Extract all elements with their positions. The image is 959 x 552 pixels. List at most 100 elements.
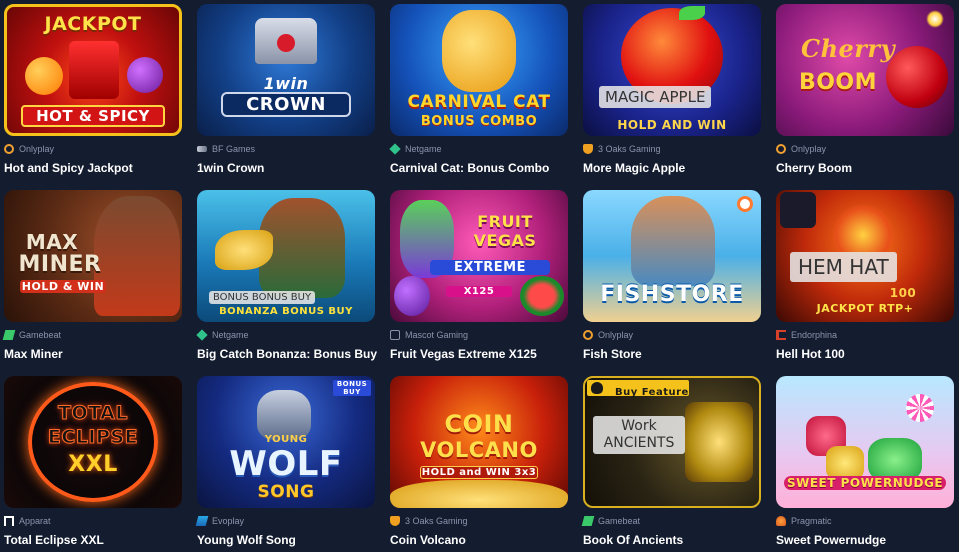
game-card-big-catch-bonanza[interactable]: BONUS BONUS BUY BONANZA BONUS BUY Netgam… bbox=[196, 190, 377, 376]
game-thumbnail[interactable]: COIN VOLCANO HOLD and WIN 3x3 bbox=[390, 376, 568, 508]
thumbnail-art-subtitle: BONUS COMBO bbox=[420, 114, 538, 129]
game-title: Cherry Boom bbox=[776, 161, 853, 175]
provider-label: BF Games bbox=[212, 144, 256, 154]
game-title: Max Miner bbox=[4, 347, 63, 361]
game-provider: Apparat bbox=[4, 515, 51, 527]
game-title: Carnival Cat: Bonus Combo bbox=[390, 161, 550, 175]
thumbnail-art-badge: HOLD and WIN 3x3 bbox=[420, 466, 538, 479]
hell-hot-label-chip: HEM HAT bbox=[790, 252, 897, 282]
wolf-icon bbox=[257, 390, 311, 440]
game-card-cherry-boom[interactable]: Cherry BOOM Onlyplay Cherry Boom bbox=[776, 4, 954, 190]
game-card-hot-and-spicy-jackpot[interactable]: JACKPOT HOT & SPICY Onlyplay Hot and Spi… bbox=[4, 4, 182, 190]
onlyplay-icon bbox=[776, 144, 786, 154]
fisherman-character-icon bbox=[631, 196, 715, 286]
mascot-gaming-icon bbox=[390, 330, 400, 340]
game-thumbnail[interactable]: BONUS BONUS BUY BONANZA BONUS BUY bbox=[197, 190, 375, 322]
game-card-more-magic-apple[interactable]: MAGIC APPLE HOLD AND WIN 3 Oaks Gaming M… bbox=[583, 4, 761, 190]
provider-label: Gamebeat bbox=[19, 330, 62, 340]
game-card-total-eclipse-xxl[interactable]: TOTAL ECLIPSE XXL Apparat Total Eclipse … bbox=[4, 376, 182, 552]
gold-coins-icon bbox=[390, 480, 568, 508]
game-title: More Magic Apple bbox=[583, 161, 686, 175]
game-thumbnail[interactable]: Buy Feature Work ANCIENTS bbox=[583, 376, 761, 508]
ancient-book-icon bbox=[685, 402, 753, 482]
thumbnail-art-title: JACKPOT bbox=[44, 13, 142, 35]
game-thumbnail[interactable]: SWEET POWERNUDGE bbox=[776, 376, 954, 508]
thumbnail-art-badge: XXL bbox=[68, 452, 118, 477]
onlyplay-icon bbox=[583, 330, 593, 340]
thumbnail-art-badge: HOLD & WIN bbox=[20, 280, 106, 293]
game-provider: Onlyplay bbox=[583, 329, 633, 341]
game-provider: BF Games bbox=[197, 143, 255, 155]
provider-label: Onlyplay bbox=[19, 144, 55, 154]
bonus-buy-badge: BONUS BUY bbox=[333, 380, 371, 396]
game-title: Fish Store bbox=[583, 347, 642, 361]
thumbnail-art-subtitle: HOT & SPICY bbox=[21, 105, 165, 127]
apparat-icon bbox=[4, 516, 14, 526]
game-card-sweet-powernudge[interactable]: SWEET POWERNUDGE Pragmatic Sweet Powernu… bbox=[776, 376, 954, 552]
game-thumbnail[interactable]: CARNIVAL CAT BONUS COMBO bbox=[390, 4, 568, 136]
thumbnail-art-subtitle: ECLIPSE bbox=[47, 426, 139, 449]
game-card-fish-store[interactable]: FISHSTORE Onlyplay Fish Store bbox=[583, 190, 761, 376]
game-thumbnail[interactable]: MAGIC APPLE HOLD AND WIN bbox=[583, 4, 761, 136]
game-card-1win-crown[interactable]: 1win CROWN BF Games 1win Crown bbox=[197, 4, 375, 190]
game-thumbnail[interactable]: HEM HAT 100 JACKPOT RTP+ bbox=[776, 190, 954, 322]
buy-feature-label: Buy Feature bbox=[615, 387, 689, 398]
game-provider: 3 Oaks Gaming bbox=[390, 515, 468, 527]
game-thumbnail[interactable]: FISHSTORE bbox=[583, 190, 761, 322]
game-provider: Mascot Gaming bbox=[390, 329, 468, 341]
game-card-coin-volcano[interactable]: COIN VOLCANO HOLD and WIN 3x3 3 Oaks Gam… bbox=[390, 376, 568, 552]
crown-jewel-icon bbox=[277, 34, 295, 52]
game-thumbnail[interactable]: BONUS BUY YOUNG WOLF SONG bbox=[197, 376, 375, 508]
provider-label: Endorphina bbox=[791, 330, 838, 340]
games-grid: JACKPOT HOT & SPICY Onlyplay Hot and Spi… bbox=[2, 4, 954, 552]
fruit-orange-icon bbox=[25, 57, 63, 95]
game-thumbnail[interactable]: Cherry BOOM bbox=[776, 4, 954, 136]
3-oaks-gaming-icon bbox=[390, 516, 400, 526]
game-thumbnail[interactable]: TOTAL ECLIPSE XXL bbox=[4, 376, 182, 508]
cherry-bomb-icon bbox=[886, 46, 948, 108]
candy-jelly-yellow-icon bbox=[826, 446, 864, 480]
game-card-hell-hot-100[interactable]: HEM HAT 100 JACKPOT RTP+ Endorphina Hell… bbox=[776, 190, 954, 376]
lucky-cat-icon bbox=[442, 10, 516, 92]
gamebeat-icon bbox=[2, 330, 16, 340]
game-provider: Netgame bbox=[389, 143, 442, 155]
game-card-fruit-vegas-extreme[interactable]: FRUIT VEGAS EXTREME X125 Mascot Gaming F… bbox=[390, 190, 568, 376]
thumbnail-art-subtitle: MINER bbox=[18, 252, 102, 277]
game-card-book-of-ancients[interactable]: Buy Feature Work ANCIENTS Gamebeat Book … bbox=[581, 376, 761, 552]
game-thumbnail[interactable]: 1win CROWN bbox=[197, 4, 375, 136]
game-thumbnail[interactable]: FRUIT VEGAS EXTREME X125 bbox=[390, 190, 568, 322]
game-provider: Gamebeat bbox=[581, 515, 640, 527]
grapes-icon bbox=[394, 276, 430, 316]
thumbnail-art-title: FISHSTORE bbox=[600, 282, 744, 307]
thumbnail-art-badge: JACKPOT RTP+ bbox=[816, 302, 914, 315]
netgame-icon bbox=[196, 329, 208, 341]
evoplay-icon bbox=[195, 516, 209, 526]
provider-label: Onlyplay bbox=[791, 144, 827, 154]
thumbnail-art-title: 1win bbox=[263, 74, 309, 93]
game-provider: Onlyplay bbox=[4, 143, 54, 155]
bf-games-icon bbox=[197, 146, 207, 152]
game-title: Sweet Powernudge bbox=[776, 533, 887, 547]
game-card-young-wolf-song[interactable]: BONUS BUY YOUNG WOLF SONG Evoplay Young … bbox=[195, 376, 375, 552]
thumbnail-art-title: SWEET POWERNUDGE bbox=[784, 476, 946, 490]
thumbnail-art-subtitle: BOOM bbox=[798, 70, 878, 95]
provider-label: Evoplay bbox=[212, 516, 245, 526]
game-provider: Endorphina bbox=[776, 329, 837, 341]
game-title: 1win Crown bbox=[197, 161, 265, 175]
game-thumbnail[interactable]: JACKPOT HOT & SPICY bbox=[4, 4, 182, 136]
bonus-buy-label-chip: BONUS BONUS BUY bbox=[209, 291, 316, 304]
work-label-chip: Work ANCIENTS bbox=[593, 416, 685, 454]
game-title: Young Wolf Song bbox=[197, 533, 296, 547]
fuse-spark-icon bbox=[926, 10, 944, 28]
provider-label: 3 Oaks Gaming bbox=[405, 516, 468, 526]
thumbnail-art-title: FRUIT VEGAS bbox=[473, 212, 537, 250]
game-thumbnail[interactable]: MAX MINER HOLD & WIN bbox=[4, 190, 182, 322]
game-card-carnival-cat[interactable]: CARNIVAL CAT BONUS COMBO Netgame Carniva… bbox=[389, 4, 568, 190]
thumbnail-art-badge: SONG bbox=[257, 482, 315, 502]
thumbnail-art-title: TOTAL bbox=[58, 402, 128, 425]
game-title: Hell Hot 100 bbox=[776, 347, 845, 361]
endorphina-logo-icon bbox=[780, 192, 816, 228]
ancients-label: ANCIENTS bbox=[603, 435, 675, 451]
game-card-max-miner[interactable]: MAX MINER HOLD & WIN Gamebeat Max Miner bbox=[2, 190, 182, 376]
seven-symbol-icon bbox=[69, 41, 119, 99]
